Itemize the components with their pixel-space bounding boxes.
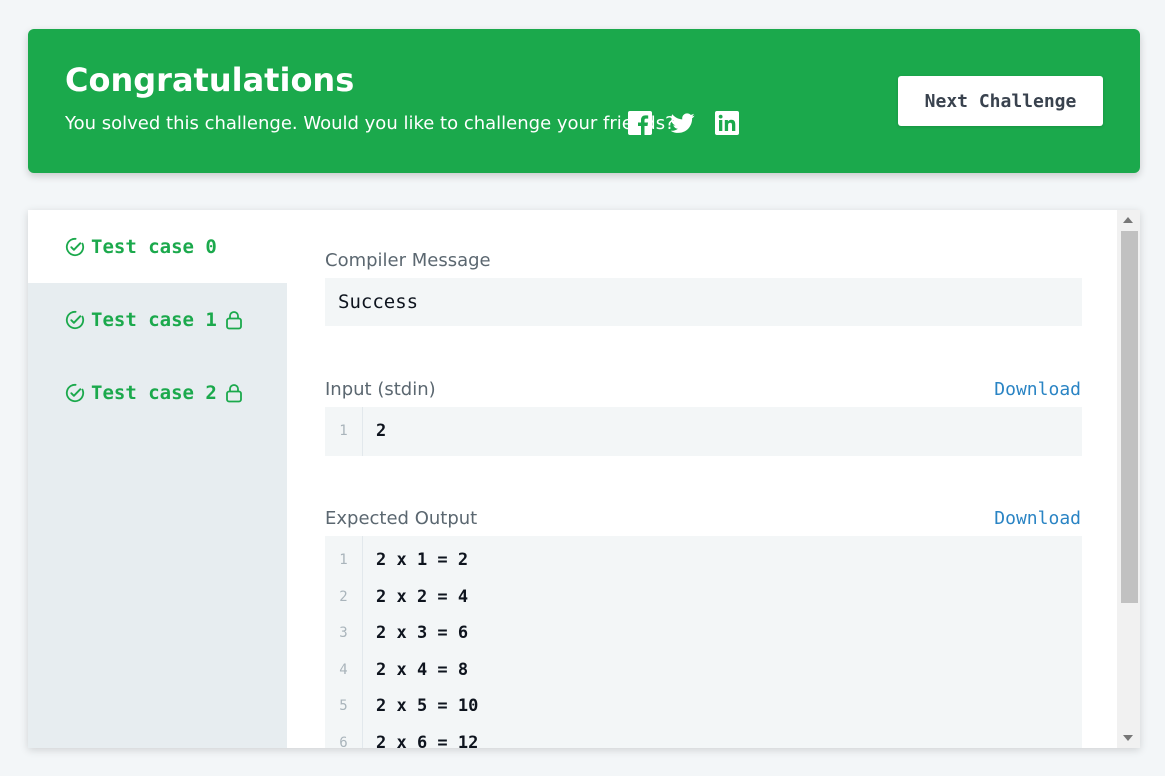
line-text: 2 x 3 = 6 — [376, 623, 469, 644]
line-text: 2 x 4 = 8 — [376, 659, 469, 680]
banner-title: Congratulations — [65, 61, 355, 99]
line-text: 2 x 6 = 12 — [376, 732, 479, 748]
expected-download-link[interactable]: Download — [994, 508, 1081, 529]
tab-label: Test case 1 — [91, 308, 217, 331]
test-case-sidebar: Test case 0 Test case 1 Test case 2 — [28, 210, 287, 748]
code-line: 3 2 x 3 = 6 — [325, 615, 1082, 652]
check-circle-icon — [65, 310, 85, 329]
linkedin-icon[interactable] — [715, 111, 739, 135]
expected-output-label: Expected Output — [325, 508, 478, 529]
twitter-icon[interactable] — [671, 111, 695, 135]
line-number: 2 — [339, 588, 348, 605]
next-challenge-button[interactable]: Next Challenge — [898, 76, 1103, 126]
test-case-details: Compiler Message Success Input (stdin) D… — [287, 210, 1121, 748]
tab-label: Test case 0 — [91, 235, 217, 258]
tab-test-case-0[interactable]: Test case 0 — [28, 210, 287, 283]
line-number: 1 — [339, 423, 348, 439]
line-text: 2 x 2 = 4 — [376, 586, 469, 607]
code-lines: 1 2 x 1 = 2 2 2 x 2 = 4 3 2 x 3 = 6 4 2 … — [325, 542, 1082, 748]
code-line: 6 2 x 6 = 12 — [325, 725, 1082, 748]
banner-subtitle: You solved this challenge. Would you lik… — [65, 113, 675, 134]
lock-icon — [225, 383, 242, 402]
line-number: 4 — [339, 661, 348, 678]
scroll-up-arrow-icon[interactable] — [1123, 217, 1133, 223]
tab-label: Test case 2 — [91, 381, 217, 404]
facebook-icon[interactable] — [628, 111, 652, 135]
code-line: 2 2 x 2 = 4 — [325, 579, 1082, 616]
line-number: 1 — [339, 552, 348, 568]
code-line: 5 2 x 5 = 10 — [325, 688, 1082, 725]
line-number: 5 — [339, 698, 348, 715]
expected-output-box: 1 2 x 1 = 2 2 2 x 2 = 4 3 2 x 3 = 6 4 2 … — [325, 536, 1082, 748]
input-code-box: 1 2 — [325, 407, 1082, 456]
line-text: 2 x 5 = 10 — [376, 696, 479, 717]
lock-icon — [225, 310, 242, 329]
tab-test-case-2[interactable]: Test case 2 — [28, 356, 287, 429]
compiler-message-text: Success — [338, 291, 419, 313]
success-banner: Congratulations You solved this challeng… — [28, 29, 1140, 173]
check-circle-icon — [65, 237, 85, 256]
tab-test-case-1[interactable]: Test case 1 — [28, 283, 287, 356]
results-panel: Test case 0 Test case 1 Test case 2 Comp… — [28, 210, 1140, 748]
compiler-message-label: Compiler Message — [325, 250, 491, 271]
scrollbar-thumb[interactable] — [1121, 231, 1138, 603]
code-line: 4 2 x 4 = 8 — [325, 652, 1082, 689]
input-download-link[interactable]: Download — [994, 379, 1081, 400]
compiler-message-box: Success — [325, 278, 1082, 326]
code-line: 1 2 x 1 = 2 — [325, 542, 1082, 579]
line-text: 2 — [376, 421, 387, 441]
code-line: 1 2 — [325, 407, 1082, 456]
check-circle-icon — [65, 383, 85, 402]
line-number: 3 — [339, 625, 348, 642]
vertical-scrollbar[interactable] — [1117, 210, 1140, 748]
line-number: 6 — [339, 734, 348, 748]
line-text: 2 x 1 = 2 — [376, 550, 469, 570]
scroll-down-arrow-icon[interactable] — [1123, 735, 1133, 741]
input-label: Input (stdin) — [325, 379, 436, 400]
